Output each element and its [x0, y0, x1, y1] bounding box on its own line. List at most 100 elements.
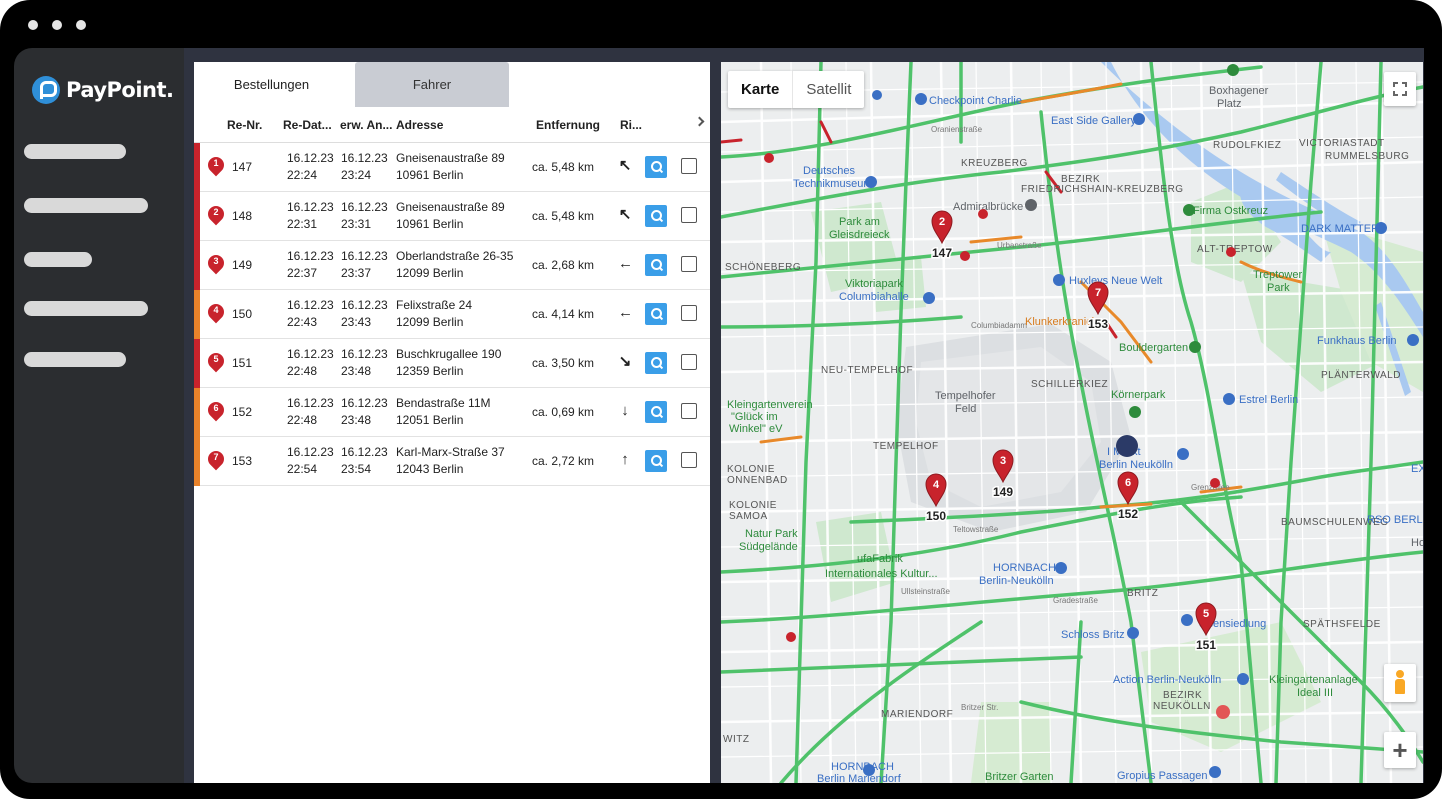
poi-icon — [1189, 341, 1201, 353]
sidebar-item-2[interactable] — [24, 198, 148, 213]
table-row[interactable]: 6 152 16.12.23 22:48 16.12.23 23:48 Bendastraß… — [194, 388, 710, 437]
table-row[interactable]: 2 148 16.12.23 22:31 16.12.23 23:31 Gneisenaus… — [194, 192, 710, 241]
sidebar-item-3[interactable] — [24, 252, 92, 267]
marker-number: 7 — [213, 452, 219, 462]
place-label: KOLONIE — [727, 464, 775, 475]
col-richtung[interactable]: Ri... — [620, 118, 642, 132]
marker-number: 3 — [1000, 455, 1006, 467]
search-icon[interactable] — [645, 205, 667, 227]
poi-icon — [1210, 478, 1220, 488]
place-label: KREUZBERG — [961, 158, 1028, 169]
search-icon[interactable] — [645, 401, 667, 423]
table-row[interactable]: 4 150 16.12.23 22:43 16.12.23 23:43 Felixstraß… — [194, 290, 710, 339]
col-re-nr[interactable]: Re-Nr. — [227, 118, 262, 132]
place-label: DARK MATTER — [1301, 223, 1379, 235]
order-datetime: 16.12.23 22:24 — [287, 151, 334, 182]
order-number: 151 — [232, 356, 253, 370]
zoom-in-button[interactable]: + — [1384, 732, 1416, 768]
map-type-karte-button[interactable]: Karte — [728, 71, 794, 108]
direction-arrow-icon: ← — [618, 304, 633, 321]
pegman-icon — [1393, 670, 1407, 696]
paypoint-logo-icon — [32, 76, 60, 104]
order-number: 153 — [232, 454, 253, 468]
row-checkbox[interactable] — [681, 256, 697, 272]
search-icon[interactable] — [645, 450, 667, 472]
place-label: SAMOA — [729, 511, 768, 522]
place-label: Treptower — [1253, 269, 1302, 281]
place-label: PLÄNTERWALD — [1321, 369, 1401, 381]
marker-number: 3 — [213, 256, 219, 266]
row-checkbox[interactable] — [681, 207, 697, 223]
expected-arrival: 16.12.23 23:43 — [341, 298, 388, 329]
place-label: Kleingartenanlage — [1269, 674, 1358, 686]
expected-arrival: 16.12.23 23:37 — [341, 249, 388, 280]
table-row[interactable]: 1 147 16.12.23 22:24 16.12.23 23:24 Gneisenaus… — [194, 143, 710, 192]
place-label: Park — [1267, 282, 1290, 294]
place-label: FRIEDRICHSHAIN-KREUZBERG — [1021, 184, 1184, 195]
direction-arrow-icon: ← — [618, 255, 633, 272]
map-view[interactable]: Checkpoint Charlie East Side Gallery Box… — [721, 62, 1423, 783]
search-icon[interactable] — [645, 303, 667, 325]
address: Gneisenaustraße 89 10961 Berlin — [396, 151, 505, 182]
poi-icon — [923, 292, 935, 304]
distance: ca. 3,50 km — [532, 356, 595, 370]
map-type-satellit-button[interactable]: Satellit — [793, 71, 864, 108]
address: Karl-Marx-Straße 37 12043 Berlin — [396, 445, 505, 476]
poi-icon — [978, 209, 988, 219]
col-re-datum[interactable]: Re-Dat... — [283, 118, 332, 132]
place-label: Berlin Neukölln — [1099, 459, 1173, 471]
distance: ca. 0,69 km — [532, 405, 595, 419]
address: Gneisenaustraße 89 10961 Berlin — [396, 200, 505, 231]
sidebar-item-4[interactable] — [24, 301, 148, 316]
marker-label: 153 — [1088, 317, 1108, 331]
place-label: SCHÖNEBERG — [725, 261, 801, 273]
place-label: Platz — [1217, 98, 1241, 110]
expected-arrival: 16.12.23 23:48 — [341, 347, 388, 378]
row-checkbox[interactable] — [681, 452, 697, 468]
tab-fahrer[interactable]: Fahrer — [355, 62, 509, 107]
place-label: SPÄTHSFELDE — [1303, 618, 1381, 630]
table-row[interactable]: 3 149 16.12.23 22:37 16.12.23 23:37 Oberlandst… — [194, 241, 710, 290]
search-icon[interactable] — [645, 156, 667, 178]
search-icon[interactable] — [645, 352, 667, 374]
expected-arrival: 16.12.23 23:31 — [341, 200, 388, 231]
poi-icon — [872, 90, 882, 100]
tab-bestellungen[interactable]: Bestellungen — [194, 62, 349, 107]
street-view-button[interactable] — [1384, 664, 1416, 702]
place-label: BRITZ — [1127, 588, 1158, 599]
row-checkbox[interactable] — [681, 158, 697, 174]
col-entfernung[interactable]: Entfernung — [536, 118, 600, 132]
col-adresse[interactable]: Adresse — [396, 118, 443, 132]
marker-number: 4 — [213, 305, 219, 315]
row-checkbox[interactable] — [681, 403, 697, 419]
place-label: RSO BERLIN — [1367, 514, 1423, 526]
plus-icon: + — [1392, 735, 1408, 765]
marker-label: 151 — [1196, 638, 1216, 652]
table-row[interactable]: 5 151 16.12.23 22:48 16.12.23 23:48 Buschkruga… — [194, 339, 710, 388]
fullscreen-button[interactable] — [1384, 72, 1416, 106]
brand-logo[interactable]: PayPoint. — [32, 76, 174, 104]
sidebar-item-5[interactable] — [24, 352, 126, 367]
place-label: Firma Ostkreuz — [1193, 205, 1268, 217]
place-label: HORNBACH — [831, 761, 894, 773]
place-label: Action Berlin-Neukölln — [1113, 674, 1221, 686]
search-icon[interactable] — [645, 254, 667, 276]
sidebar-item-1[interactable] — [24, 144, 126, 159]
table-row[interactable]: 7 153 16.12.23 22:54 16.12.23 23:54 Karl-Marx-… — [194, 437, 710, 486]
status-stripe — [194, 192, 200, 241]
place-label: Tempelhofer — [935, 390, 996, 402]
row-checkbox[interactable] — [681, 305, 697, 321]
chevron-right-icon[interactable] — [694, 116, 705, 127]
row-checkbox[interactable] — [681, 354, 697, 370]
col-erw-ankunft[interactable]: erw. An... — [340, 118, 392, 132]
place-label: Winkel" eV — [729, 423, 783, 435]
expected-arrival: 16.12.23 23:48 — [341, 396, 388, 427]
window-dot — [76, 20, 86, 30]
map-canvas[interactable]: Checkpoint Charlie East Side Gallery Box… — [721, 62, 1423, 783]
place-label: Berlin-Neukölln — [979, 575, 1054, 587]
marker-number: 6 — [1125, 477, 1131, 489]
poi-icon — [1055, 562, 1067, 574]
place-label: TEMPELHOF — [873, 441, 939, 452]
place-label: Klunkerkranich — [1025, 316, 1098, 328]
order-number: 147 — [232, 160, 253, 174]
